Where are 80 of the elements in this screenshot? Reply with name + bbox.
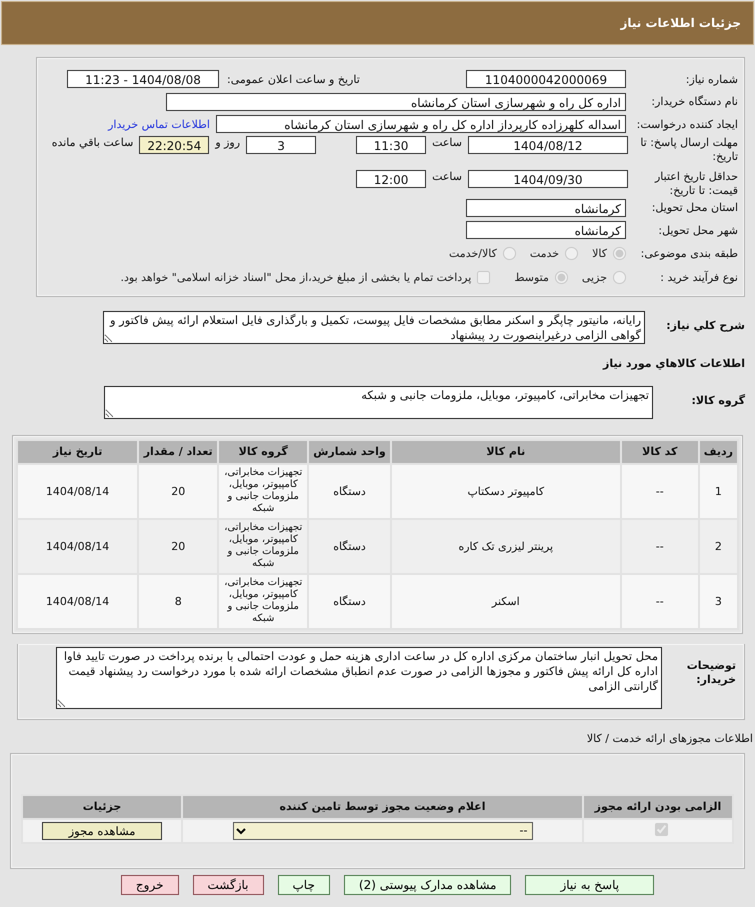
table-cell: -- bbox=[622, 520, 698, 572]
input-field: 1404/08/08 - 11:23 bbox=[67, 70, 219, 88]
field-label: شماره نیاز: bbox=[684, 72, 739, 86]
field-label: ساعت bbox=[432, 170, 462, 182]
input-field: کرمانشاه bbox=[466, 198, 626, 217]
field-label: مهلت ارسال پاسخ: تا تاریخ: bbox=[639, 136, 739, 164]
table-cell: تجهیزات مخابراتی، کامپیوتر، موبایل، ملزومات جانبی و شبکه bbox=[219, 464, 308, 518]
description-field[interactable]: رایانه، مانیتور چاپگر و اسکنر مطابق مشخصات فایل پیوست، تکمیل و بارگذاری فایل استعلام ارائه پیش فاکتور و گواهی الزامی درغیراینصورت رد پیشنهاد bbox=[103, 310, 645, 344]
input-field: اداره کل راه و شهرسازی استان کرمانشاه bbox=[166, 92, 626, 111]
table-cell: تجهیزات مخابراتی، کامپیوتر، موبایل، ملزومات جانبی و شبکه bbox=[219, 520, 308, 572]
field-label: شهر محل تحویل: bbox=[657, 224, 739, 237]
view-permit-button[interactable]: مشاهده مجوز bbox=[42, 822, 162, 840]
table-cell: پرینتر لیزری تک کاره bbox=[392, 520, 620, 572]
action-button[interactable]: بازگشت bbox=[192, 874, 264, 894]
field-label: روز و bbox=[215, 136, 240, 148]
field-label: شرح کلي نياز: bbox=[665, 318, 745, 332]
status-dropdown[interactable]: -- bbox=[232, 822, 532, 840]
field-label: حداقل تاریخ اعتبار قیمت: تا تاریخ: bbox=[654, 170, 739, 198]
input-field: کرمانشاه bbox=[466, 221, 626, 240]
contact-link[interactable]: اطلاعات تماس خریدار bbox=[108, 118, 210, 131]
table-cell: -- bbox=[622, 574, 698, 628]
table-cell: دستگاه bbox=[309, 464, 390, 518]
table-cell: 3 bbox=[700, 574, 737, 628]
field-label: تاریخ و ساعت اعلان عمومی: bbox=[227, 72, 360, 86]
column-header: نام کالا bbox=[392, 440, 620, 462]
input-field: 11:30 bbox=[356, 136, 426, 154]
field-label: گروه کالا: bbox=[690, 392, 745, 406]
input-field: 1104000042000069 bbox=[466, 70, 626, 88]
field-label: ساعت bbox=[432, 136, 462, 148]
page-title: جزئیات اطلاعات نیاز bbox=[620, 16, 741, 30]
action-button[interactable]: پاسخ به نیاز bbox=[525, 874, 654, 894]
notes-field[interactable]: محل تحویل انبار ساختمان مرکزی اداره کل در ساعت اداری هزینه حمل و عودت احتمالی با برنده پرداخت در صورت تایید فاوا اداره کل ارائه پیش فاکتور و مجوزها الزامی در صورت عدم انطباق مشخصات ارائه شده با مورد درخواست رد پیشنهاد قیمت گارانتی الزامی bbox=[56, 646, 662, 708]
field-label: استان محل تحویل: bbox=[650, 201, 739, 214]
column-header: الزامی بودن ارائه مجوز bbox=[584, 796, 732, 818]
input-field: اسداله کلهرزاده کارپرداز اداره کل راه و شهرسازی استان کرمانشاه bbox=[216, 115, 626, 134]
input-field: 3 bbox=[246, 136, 316, 154]
field-label: نوع فرآیند خرید : bbox=[659, 271, 739, 284]
table-cell: کامپیوتر دسکتاپ bbox=[392, 464, 620, 518]
option-label: متوسط bbox=[514, 271, 549, 284]
action-button[interactable]: خروج bbox=[120, 874, 178, 894]
table-cell: تجهیزات مخابراتی، کامپیوتر، موبایل، ملزومات جانبی و شبکه bbox=[219, 574, 308, 628]
table-cell: -- bbox=[622, 464, 698, 518]
countdown-field: 22:20:54 bbox=[139, 136, 210, 154]
table-cell: دستگاه bbox=[309, 574, 390, 628]
column-header: تعداد / مقدار bbox=[139, 440, 218, 462]
column-header: جزئیات bbox=[23, 796, 181, 818]
field-label: طبقه بندی موضوعی: bbox=[640, 247, 739, 260]
column-header: اعلام وضعیت مجوز توسط تامین کننده bbox=[183, 796, 582, 818]
input-field: 1404/09/30 bbox=[468, 170, 628, 188]
option-label: پرداخت تمام یا بخشی از مبلغ خرید،از محل "اسناد خزانه اسلامی" خواهد بود. bbox=[120, 271, 472, 284]
table-cell: 20 bbox=[139, 464, 218, 518]
column-header: رديف bbox=[700, 440, 737, 462]
option-label: خدمت bbox=[530, 247, 560, 260]
table-cell: 1404/08/14 bbox=[18, 520, 138, 572]
column-header: واحد شمارش bbox=[309, 440, 390, 462]
field-label: نام دستگاه خریدار: bbox=[650, 95, 739, 108]
table-cell: دستگاه bbox=[309, 520, 390, 572]
option-label: کالا/خدمت bbox=[449, 247, 497, 260]
table-cell: 20 bbox=[139, 520, 218, 572]
section-title: اطلاعات مجوزهای ارائه خدمت / کالا bbox=[586, 732, 754, 744]
table-cell: 1 bbox=[700, 464, 737, 518]
table-cell: 1404/08/14 bbox=[18, 464, 138, 518]
section-title: اطلاعات کالاهاي مورد نياز bbox=[602, 356, 745, 370]
option-label: کالا bbox=[592, 247, 607, 260]
field-label: ساعت باقي مانده bbox=[52, 136, 134, 148]
column-header: گروه کالا bbox=[219, 440, 308, 462]
input-field: 12:00 bbox=[356, 170, 426, 188]
column-header: کد کالا bbox=[622, 440, 698, 462]
table-cell: 8 bbox=[139, 574, 218, 628]
action-button[interactable]: چاپ bbox=[278, 874, 330, 894]
action-button[interactable]: مشاهده مدارک پیوستی (2) bbox=[344, 874, 512, 894]
field-label: ایجاد کننده درخواست: bbox=[636, 118, 739, 131]
option-label: جزیی bbox=[582, 271, 607, 284]
field-label: توضیحات خریدار: bbox=[686, 658, 736, 686]
input-field: 1404/08/12 bbox=[468, 136, 628, 154]
table-cell: اسکنر bbox=[392, 574, 620, 628]
goods-group-field[interactable]: تجهیزات مخابراتی، کامپیوتر، موبایل، ملزومات جانبی و شبکه bbox=[104, 386, 653, 418]
table-cell: 2 bbox=[700, 520, 737, 572]
table-cell: 1404/08/14 bbox=[18, 574, 138, 628]
column-header: تاریخ نیاز bbox=[18, 440, 138, 462]
